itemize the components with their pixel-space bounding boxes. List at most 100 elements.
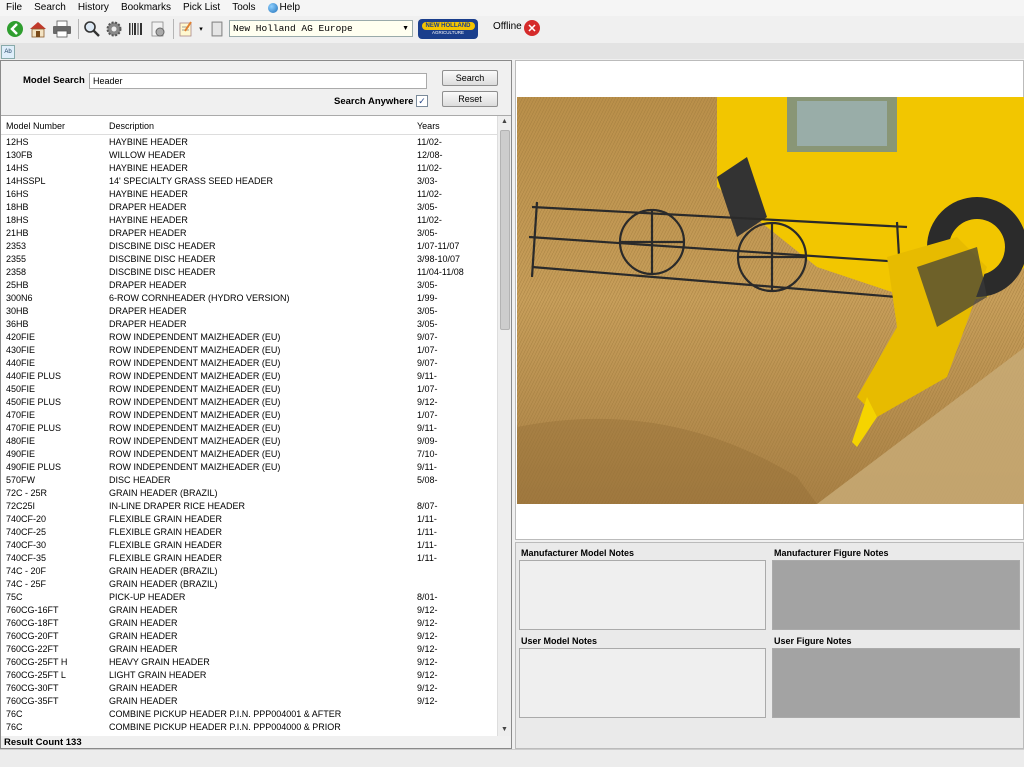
menu-pick-list[interactable]: Pick List: [177, 0, 226, 16]
cell-model-number: 450FIE: [6, 384, 36, 394]
manufacturer-figure-notes-box[interactable]: [772, 560, 1020, 630]
table-row[interactable]: 470FIE PLUS ROW INDEPENDENT MAIZHEADER (E…: [1, 422, 497, 435]
user-figure-notes-box[interactable]: [772, 648, 1020, 718]
table-row[interactable]: 2358 DISCBINE DISC HEADER 11/04-11/08: [1, 266, 497, 279]
cell-description: DRAPER HEADER: [109, 306, 187, 316]
model-search-input[interactable]: Header: [89, 73, 427, 89]
result-count-label: Result Count: [4, 737, 64, 748]
table-row[interactable]: 2355 DISCBINE DISC HEADER 3/98-10/07: [1, 253, 497, 266]
table-row[interactable]: 36HB DRAPER HEADER 3/05-: [1, 318, 497, 331]
table-row[interactable]: 760CG-25FT L LIGHT GRAIN HEADER 9/12-: [1, 669, 497, 682]
cell-description: GRAIN HEADER (BRAZIL): [109, 579, 218, 589]
column-header-years[interactable]: Years: [417, 121, 440, 131]
table-row[interactable]: 760CG-16FT GRAIN HEADER 9/12-: [1, 604, 497, 617]
search-icon[interactable]: [82, 18, 102, 40]
book-icon[interactable]: [207, 18, 227, 40]
menu-search[interactable]: Search: [28, 0, 72, 16]
table-row[interactable]: 300N6 6-ROW CORNHEADER (HYDRO VERSION) 1/9…: [1, 292, 497, 305]
table-row[interactable]: 740CF-30 FLEXIBLE GRAIN HEADER 1/11-: [1, 539, 497, 552]
cell-description: ROW INDEPENDENT MAIZHEADER (EU): [109, 397, 281, 407]
menu-bookmarks[interactable]: Bookmarks: [115, 0, 177, 16]
scroll-up-icon[interactable]: ▲: [498, 116, 511, 128]
gear-icon[interactable]: [104, 18, 124, 40]
table-row[interactable]: 2353 DISCBINE DISC HEADER 1/07-11/07: [1, 240, 497, 253]
cell-years: 1/07-: [417, 410, 438, 420]
cell-years: 1/11-: [417, 540, 437, 550]
model-search-panel: Model Search Header Search Reset Search …: [0, 60, 512, 749]
table-row[interactable]: 480FIE ROW INDEPENDENT MAIZHEADER (EU) 9/0…: [1, 435, 497, 448]
notes-dropdown-icon[interactable]: ▾: [197, 18, 205, 40]
window-tab-icon[interactable]: Ab: [1, 45, 15, 59]
table-row[interactable]: 14HSSPL 14' SPECIALTY GRASS SEED HEADER 3/…: [1, 175, 497, 188]
table-row[interactable]: 72C - 25R GRAIN HEADER (BRAZIL): [1, 487, 497, 500]
reset-button[interactable]: Reset: [442, 91, 498, 107]
column-header-model-number[interactable]: Model Number: [6, 121, 65, 131]
cell-years: 9/07-: [417, 332, 438, 342]
table-row[interactable]: 430FIE ROW INDEPENDENT MAIZHEADER (EU) 1/0…: [1, 344, 497, 357]
settings-document-icon[interactable]: [148, 18, 168, 40]
cell-years: 9/12-: [417, 683, 438, 693]
menu-help[interactable]: Help: [262, 0, 307, 16]
table-row[interactable]: 420FIE ROW INDEPENDENT MAIZHEADER (EU) 9/0…: [1, 331, 497, 344]
table-row[interactable]: 440FIE PLUS ROW INDEPENDENT MAIZHEADER (E…: [1, 370, 497, 383]
cell-years: 9/12-: [417, 657, 438, 667]
table-row[interactable]: 760CG-18FT GRAIN HEADER 9/12-: [1, 617, 497, 630]
cell-years: 1/07-: [417, 384, 438, 394]
table-row[interactable]: 450FIE ROW INDEPENDENT MAIZHEADER (EU) 1/0…: [1, 383, 497, 396]
table-scrollbar[interactable]: ▲ ▼: [497, 116, 511, 736]
cell-description: ROW INDEPENDENT MAIZHEADER (EU): [109, 384, 281, 394]
search-button[interactable]: Search: [442, 70, 498, 86]
column-header-description[interactable]: Description: [109, 121, 154, 131]
table-row[interactable]: 21HB DRAPER HEADER 3/05-: [1, 227, 497, 240]
cell-years: 11/02-: [417, 163, 442, 173]
user-model-notes-box[interactable]: [519, 648, 766, 718]
menu-tools[interactable]: Tools: [226, 0, 261, 16]
table-row[interactable]: 18HB DRAPER HEADER 3/05-: [1, 201, 497, 214]
table-row[interactable]: 72C25I IN-LINE DRAPER RICE HEADER 8/07-: [1, 500, 497, 513]
offline-close-icon[interactable]: ✕: [524, 20, 540, 36]
table-row[interactable]: 760CG-30FT GRAIN HEADER 9/12-: [1, 682, 497, 695]
table-row[interactable]: 25HB DRAPER HEADER 3/05-: [1, 279, 497, 292]
table-row[interactable]: 490FIE PLUS ROW INDEPENDENT MAIZHEADER (E…: [1, 461, 497, 474]
table-row[interactable]: 74C - 25F GRAIN HEADER (BRAZIL): [1, 578, 497, 591]
manufacturer-model-notes-box[interactable]: [519, 560, 766, 630]
table-row[interactable]: 760CG-25FT H HEAVY GRAIN HEADER 9/12-: [1, 656, 497, 669]
table-row[interactable]: 570FW DISC HEADER 5/08-: [1, 474, 497, 487]
notes-icon[interactable]: [177, 18, 195, 40]
barcode-icon[interactable]: [126, 18, 146, 40]
help-globe-icon: [267, 3, 278, 13]
catalog-select[interactable]: New Holland AG Europe ▼: [229, 20, 413, 37]
table-row[interactable]: 440FIE ROW INDEPENDENT MAIZHEADER (EU) 9/0…: [1, 357, 497, 370]
table-row[interactable]: 450FIE PLUS ROW INDEPENDENT MAIZHEADER (E…: [1, 396, 497, 409]
table-row[interactable]: 760CG-22FT GRAIN HEADER 9/12-: [1, 643, 497, 656]
search-anywhere-label: Search Anywhere: [334, 96, 414, 107]
table-row[interactable]: 76C COMBINE PICKUP HEADER P.I.N. PPP00400…: [1, 708, 497, 721]
scroll-down-icon[interactable]: ▼: [498, 724, 511, 736]
table-row[interactable]: 490FIE ROW INDEPENDENT MAIZHEADER (EU) 7/1…: [1, 448, 497, 461]
table-row[interactable]: 12HS HAYBINE HEADER 11/02-: [1, 136, 497, 149]
table-row[interactable]: 760CG-20FT GRAIN HEADER 9/12-: [1, 630, 497, 643]
table-row[interactable]: 76C COMBINE PICKUP HEADER P.I.N. PPP00400…: [1, 721, 497, 734]
menu-file[interactable]: File: [0, 0, 28, 16]
table-row[interactable]: 740CF-35 FLEXIBLE GRAIN HEADER 1/11-: [1, 552, 497, 565]
table-row[interactable]: 75C PICK-UP HEADER 8/01-: [1, 591, 497, 604]
cell-description: ROW INDEPENDENT MAIZHEADER (EU): [109, 462, 281, 472]
table-row[interactable]: 14HS HAYBINE HEADER 11/02-: [1, 162, 497, 175]
table-row[interactable]: 740CF-20 FLEXIBLE GRAIN HEADER 1/11-: [1, 513, 497, 526]
table-row[interactable]: 16HS HAYBINE HEADER 11/02-: [1, 188, 497, 201]
back-icon[interactable]: [5, 18, 25, 40]
table-row[interactable]: 30HB DRAPER HEADER 3/05-: [1, 305, 497, 318]
toolbar-separator: [78, 19, 79, 39]
table-row[interactable]: 130FB WILLOW HEADER 12/08-: [1, 149, 497, 162]
home-icon[interactable]: [27, 18, 49, 40]
print-icon[interactable]: [51, 18, 73, 40]
table-row[interactable]: 74C - 20F GRAIN HEADER (BRAZIL): [1, 565, 497, 578]
table-row[interactable]: 740CF-25 FLEXIBLE GRAIN HEADER 1/11-: [1, 526, 497, 539]
table-row[interactable]: 18HS HAYBINE HEADER 11/02-: [1, 214, 497, 227]
scrollbar-thumb[interactable]: [500, 130, 510, 330]
search-anywhere-checkbox[interactable]: ✓: [416, 95, 428, 107]
table-row[interactable]: 470FIE ROW INDEPENDENT MAIZHEADER (EU) 1/0…: [1, 409, 497, 422]
menu-history[interactable]: History: [72, 0, 115, 16]
table-row[interactable]: 760CG-35FT GRAIN HEADER 9/12-: [1, 695, 497, 708]
logo-sub: AGRICULTURE: [432, 30, 464, 35]
